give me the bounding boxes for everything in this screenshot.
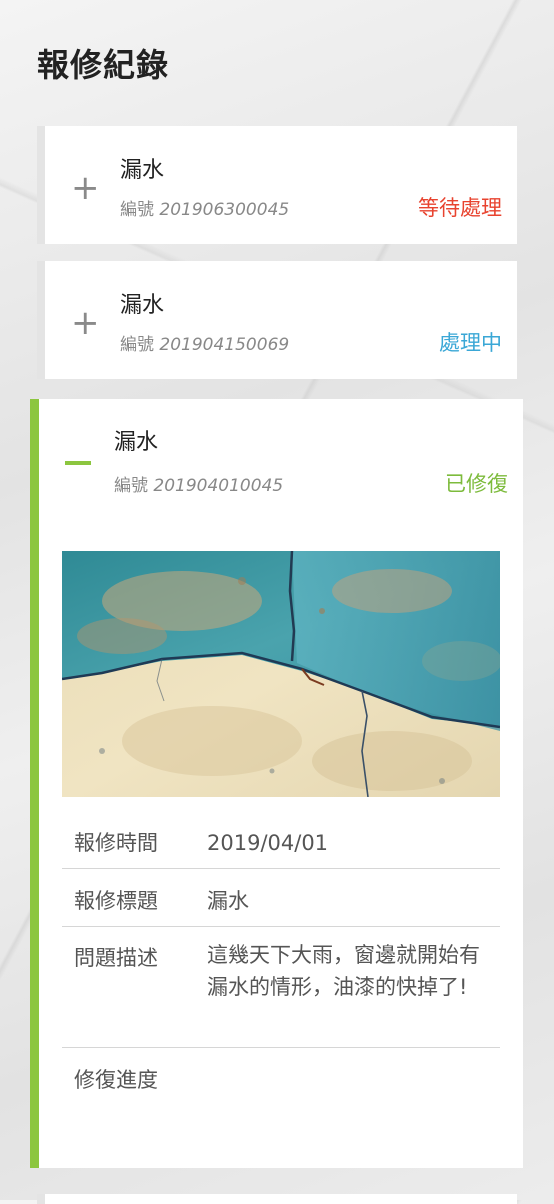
page-title: 報修紀錄: [37, 46, 170, 84]
repair-record-card-expanded[interactable]: 漏水 編號 201904010045 已修復 報修時間 2019/04/01 報…: [30, 399, 523, 1168]
repair-record-card[interactable]: + 漏水 編號 201906300045 等待處理: [37, 126, 517, 244]
detail-label: 問題描述: [74, 946, 158, 970]
detail-row-description: 問題描述 這幾天下大雨，窗邊就開始有漏水的情形，油漆的快掉了!: [62, 927, 500, 1048]
record-number: 編號 201906300045: [120, 195, 289, 220]
minus-icon[interactable]: [65, 461, 91, 465]
record-number: 編號 201904150069: [120, 330, 289, 355]
plus-icon[interactable]: +: [71, 306, 100, 340]
next-record-card-edge: [37, 1194, 517, 1204]
detail-label: 報修時間: [74, 831, 158, 855]
status-badge: 已修復: [445, 472, 508, 496]
record-title: 漏水: [120, 293, 165, 318]
record-number: 編號 201904010045: [114, 471, 283, 496]
record-number-value: 201904010045: [153, 476, 284, 496]
plus-icon[interactable]: +: [71, 171, 100, 205]
detail-value: 漏水: [207, 889, 249, 913]
record-number-label: 編號: [120, 335, 154, 355]
detail-row-progress: 修復進度: [62, 1048, 500, 1118]
record-number-label: 編號: [120, 200, 154, 220]
detail-value: 2019/04/01: [207, 831, 329, 855]
record-details: 報修時間 2019/04/01 報修標題 漏水 問題描述 這幾天下大雨，窗邊就開…: [62, 809, 500, 1118]
detail-row-report-title: 報修標題 漏水: [62, 869, 500, 927]
detail-value: [207, 1064, 500, 1118]
status-badge: 等待處理: [418, 196, 502, 220]
detail-value: 這幾天下大雨，窗邊就開始有漏水的情形，油漆的快掉了!: [207, 943, 480, 999]
detail-label: 報修標題: [74, 889, 158, 913]
repair-record-card[interactable]: + 漏水 編號 201904150069 處理中: [37, 261, 517, 379]
status-badge: 處理中: [439, 331, 502, 355]
detail-label: 修復進度: [74, 1068, 158, 1092]
record-number-value: 201906300045: [159, 200, 290, 220]
record-title: 漏水: [114, 430, 159, 455]
detail-row-report-time: 報修時間 2019/04/01: [62, 809, 500, 869]
record-title: 漏水: [120, 158, 165, 183]
record-number-value: 201904150069: [159, 335, 290, 355]
record-number-label: 編號: [114, 476, 148, 496]
cracked-wall-photo: [62, 551, 500, 797]
